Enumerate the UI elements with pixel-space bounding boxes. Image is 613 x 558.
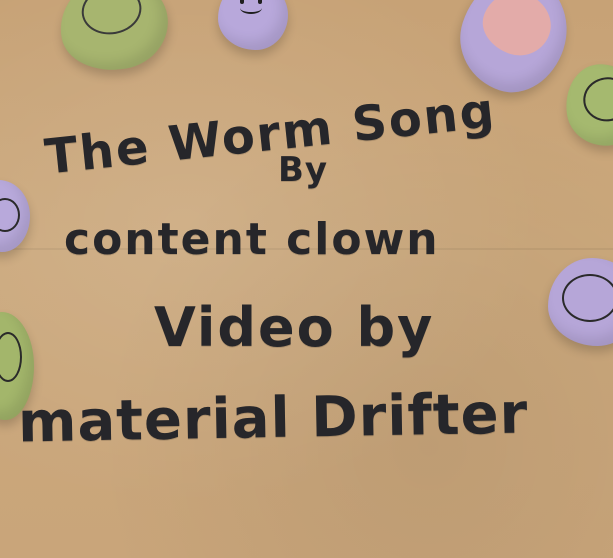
pink-patch [475, 0, 560, 64]
stitched-face [562, 274, 613, 322]
sign-line-by: By [278, 150, 328, 190]
stitched-face [77, 0, 146, 40]
sign-line-content-clown: content clown [64, 214, 440, 265]
stitched-face [0, 332, 22, 382]
sign-line-video-by: Video by [154, 296, 434, 359]
video-credit-text: Video by [154, 296, 435, 359]
by-text: By [278, 150, 329, 190]
sign-line-material-drifter: material Drifter [17, 382, 528, 456]
video-creator-text: material Drifter [17, 381, 529, 456]
stitched-face [580, 74, 613, 125]
stitched-face [0, 198, 20, 232]
artist-text: content clown [64, 214, 440, 265]
smile [240, 2, 262, 14]
